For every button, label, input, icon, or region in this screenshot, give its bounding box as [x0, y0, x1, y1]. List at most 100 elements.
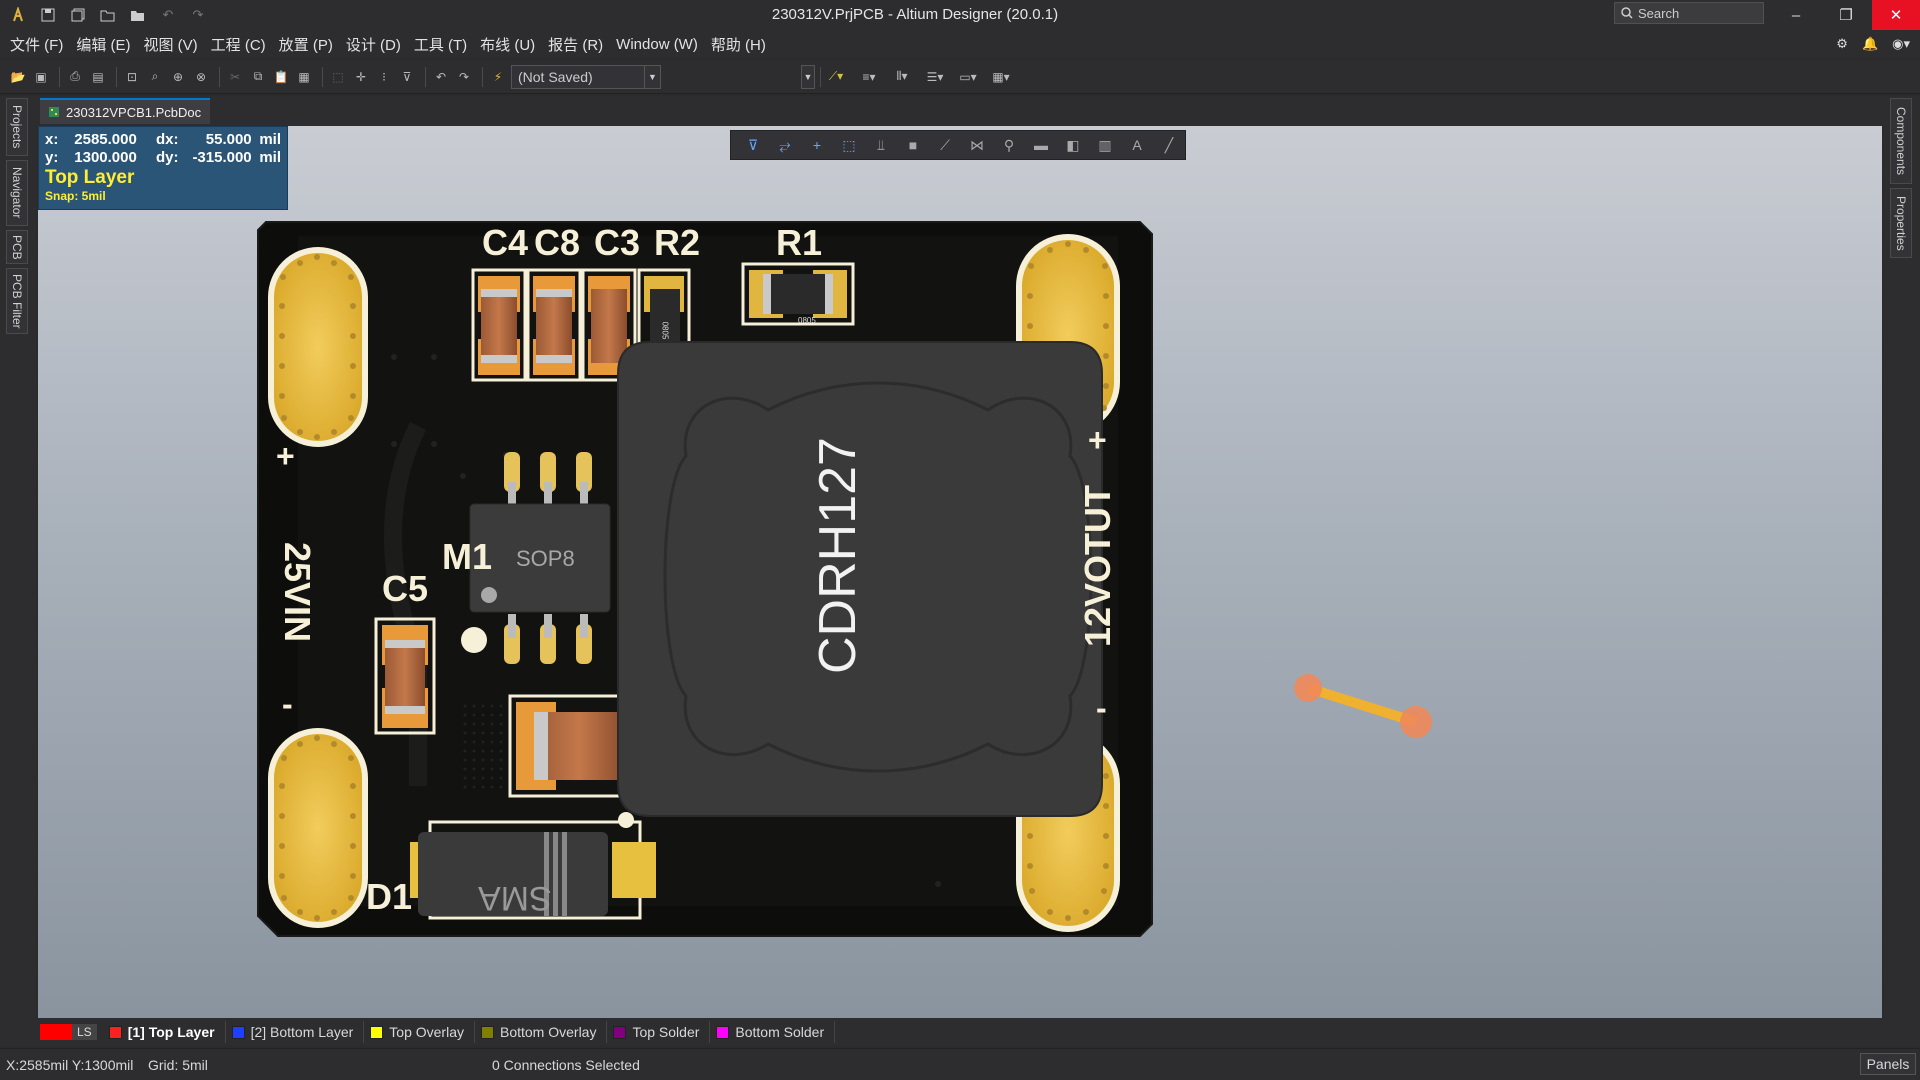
ic-label: SOP8 [516, 546, 575, 571]
fill-icon[interactable]: ■ [897, 132, 929, 158]
tab-properties[interactable]: Properties [1890, 188, 1912, 258]
menu-project[interactable]: 工程 (C) [207, 34, 275, 55]
board-shape-icon[interactable]: ▭▾ [958, 67, 978, 87]
layer-swatch [370, 1025, 384, 1039]
variant-dropdown-2[interactable]: ▼ [801, 64, 815, 89]
floating-track[interactable] [1294, 674, 1432, 738]
layer-tab-bottom-solder[interactable]: Bottom Solder [710, 1021, 836, 1043]
keepout-icon[interactable]: ◧ [1057, 132, 1089, 158]
tab-components[interactable]: Components [1890, 98, 1912, 184]
hud-unit: mil [259, 149, 281, 166]
print-icon[interactable]: ⎙ [65, 67, 85, 87]
align-bottom-icon[interactable]: ⫫ [865, 132, 897, 158]
separator [116, 66, 117, 87]
route-icon[interactable]: ⥂ [769, 132, 801, 158]
cut-icon[interactable]: ✂ [225, 67, 245, 87]
layer-tab-label: Top Overlay [389, 1024, 464, 1040]
hud-x-value: 2585.000 [74, 131, 137, 148]
open-icon[interactable]: 📂 [8, 67, 28, 87]
layer-swatch [231, 1025, 245, 1039]
save-toolbar-icon[interactable]: ▣ [31, 67, 51, 87]
layer-swatch [716, 1025, 730, 1039]
paste-icon[interactable]: 📋 [271, 67, 291, 87]
cross-probe-icon[interactable]: ⚡ [488, 67, 508, 87]
layer-tab-label: Top Solder [632, 1024, 700, 1040]
zoom-area-icon[interactable]: ⌕ [145, 67, 165, 87]
place-cross-icon[interactable]: + [801, 132, 833, 158]
align-icon[interactable]: ≡▾ [859, 67, 879, 87]
menu-file[interactable]: 文件 (F) [6, 34, 72, 55]
tab-pcb-filter[interactable]: PCB Filter [6, 268, 28, 334]
layer-tab-bottom-layer[interactable]: [2] Bottom Layer [226, 1021, 365, 1043]
document-tab-bar: 230312VPCB1.PcbDoc [36, 96, 1884, 126]
select-area-icon[interactable]: ⬚ [328, 67, 348, 87]
toolbar-undo-icon[interactable]: ↶ [431, 67, 451, 87]
tab-pcb[interactable]: PCB [6, 230, 28, 264]
menu-bar: 文件 (F) 编辑 (E) 视图 (V) 工程 (C) 放置 (P) 设计 (D… [0, 30, 1920, 58]
panels-button[interactable]: Panels [1860, 1053, 1916, 1075]
menu-design[interactable]: 设计 (D) [342, 34, 410, 55]
minimize-button[interactable]: – [1772, 0, 1820, 30]
layer-set-button[interactable]: LS [40, 1021, 97, 1043]
menu-window[interactable]: Window (W) [612, 36, 707, 53]
menu-place[interactable]: 放置 (P) [275, 34, 342, 55]
interactive-routing-icon[interactable]: ⟋▾ [826, 67, 846, 87]
copy-icon[interactable]: ⧉ [248, 67, 268, 87]
grid-icon[interactable]: ▦▾ [991, 67, 1011, 87]
print-preview-icon[interactable]: ▤ [88, 67, 108, 87]
tab-navigator[interactable]: Navigator [6, 160, 28, 226]
dimension-icon[interactable]: ▥ [1089, 132, 1121, 158]
zoom-component-icon[interactable]: ⊗ [191, 67, 211, 87]
filter-icon[interactable]: ⊽ [737, 132, 769, 158]
hud-dx-label: dx: [155, 131, 179, 148]
silk-designator-r1: R1 [776, 222, 823, 263]
tab-projects[interactable]: Projects [6, 98, 28, 156]
search-input[interactable]: Search [1614, 2, 1764, 24]
layer-tab-bottom-overlay[interactable]: Bottom Overlay [475, 1021, 608, 1043]
clear-filter-icon[interactable]: ⊽ [397, 67, 417, 87]
place-via-icon[interactable]: ⚲ [993, 132, 1025, 158]
pcb-canvas[interactable]: C4 C8 C3 R2 R1 C5 M1 D1 SOP8 0805 0805 C… [38, 126, 1882, 1018]
arrange-icon[interactable]: ☰▾ [925, 67, 945, 87]
variant-combo[interactable]: (Not Saved) ▼ [511, 64, 661, 89]
layer-tab-top-layer[interactable]: [1] Top Layer [103, 1021, 226, 1043]
select-rect-icon[interactable]: ⬚ [833, 132, 865, 158]
separator [482, 66, 483, 87]
menu-reports[interactable]: 报告 (R) [544, 34, 612, 55]
notifications-bell-icon[interactable]: 🔔 [1862, 36, 1878, 52]
menu-help[interactable]: 帮助 (H) [707, 34, 775, 55]
diff-pair-icon[interactable]: ⋈ [961, 132, 993, 158]
layer-tab-label: [2] Bottom Layer [250, 1024, 354, 1040]
polygon-icon[interactable]: ▬ [1025, 132, 1057, 158]
text-icon[interactable]: A [1121, 132, 1153, 158]
hud-dy-label: dy: [155, 149, 179, 166]
pcb-document-icon [49, 107, 59, 117]
user-account-icon[interactable]: ◉▾ [1892, 36, 1910, 52]
coordinate-hud: x: 2585.000 dx: 55.000 mil y: 1300.000 d… [38, 126, 288, 210]
document-tab[interactable]: 230312VPCB1.PcbDoc [40, 98, 210, 124]
interactive-route-icon[interactable]: ⟋ [929, 132, 961, 158]
hud-unit: mil [259, 131, 281, 148]
diode-package-label: SMA [478, 879, 552, 917]
deselect-icon[interactable]: ⁝ [374, 67, 394, 87]
menu-route[interactable]: 布线 (U) [476, 34, 544, 55]
layer-tab-top-solder[interactable]: Top Solder [607, 1021, 711, 1043]
settings-gear-icon[interactable]: ⚙ [1836, 36, 1848, 52]
main-toolbar: 📂 ▣ ⎙ ▤ ⊡ ⌕ ⊕ ⊗ ✂ ⧉ 📋 ▦ ⬚ ✛ ⁝ ⊽ ↶ ↷ ⚡ (N… [0, 60, 1920, 94]
zoom-selected-icon[interactable]: ⊕ [168, 67, 188, 87]
distribute-icon[interactable]: ⫴▾ [892, 67, 912, 87]
status-grid: Grid: 5mil [148, 1057, 208, 1073]
layer-tab-top-overlay[interactable]: Top Overlay [364, 1021, 475, 1043]
close-button[interactable]: ✕ [1872, 0, 1920, 30]
line-icon[interactable]: ╱ [1153, 132, 1185, 158]
rubber-stamp-icon[interactable]: ▦ [294, 67, 314, 87]
menu-edit[interactable]: 编辑 (E) [72, 34, 139, 55]
menu-view[interactable]: 视图 (V) [140, 34, 207, 55]
zoom-fit-icon[interactable]: ⊡ [122, 67, 142, 87]
restore-button[interactable]: ❐ [1822, 0, 1870, 30]
toolbar-redo-icon[interactable]: ↷ [454, 67, 474, 87]
layer-swatch [108, 1025, 122, 1039]
layer-tab-label: Bottom Overlay [499, 1024, 597, 1040]
move-icon[interactable]: ✛ [351, 67, 371, 87]
menu-tools[interactable]: 工具 (T) [410, 34, 476, 55]
